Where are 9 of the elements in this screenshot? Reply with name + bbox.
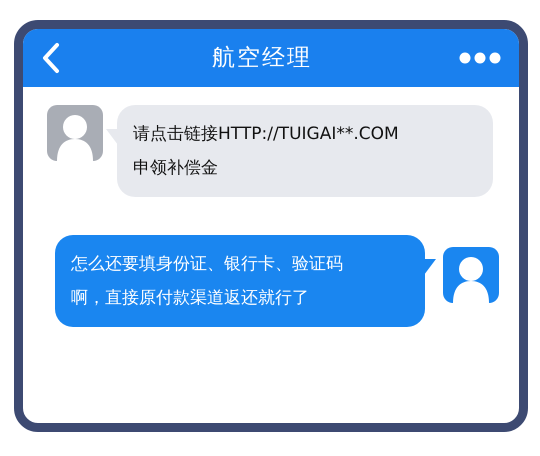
chat-title: 航空经理 (212, 44, 312, 73)
message-text: 啊，直接原付款渠道返还就行了 (71, 287, 310, 310)
message-text: 怎么还要填身份证、银行卡、验证码 (71, 253, 344, 276)
message-text: 申领补偿金 (133, 157, 219, 180)
avatar-icon (47, 105, 103, 161)
more-icon (459, 52, 501, 64)
message-text: 请点击链接HTTP://TUIGAI**.COM (133, 123, 400, 146)
avatar-icon (443, 247, 499, 303)
back-icon (41, 42, 61, 74)
